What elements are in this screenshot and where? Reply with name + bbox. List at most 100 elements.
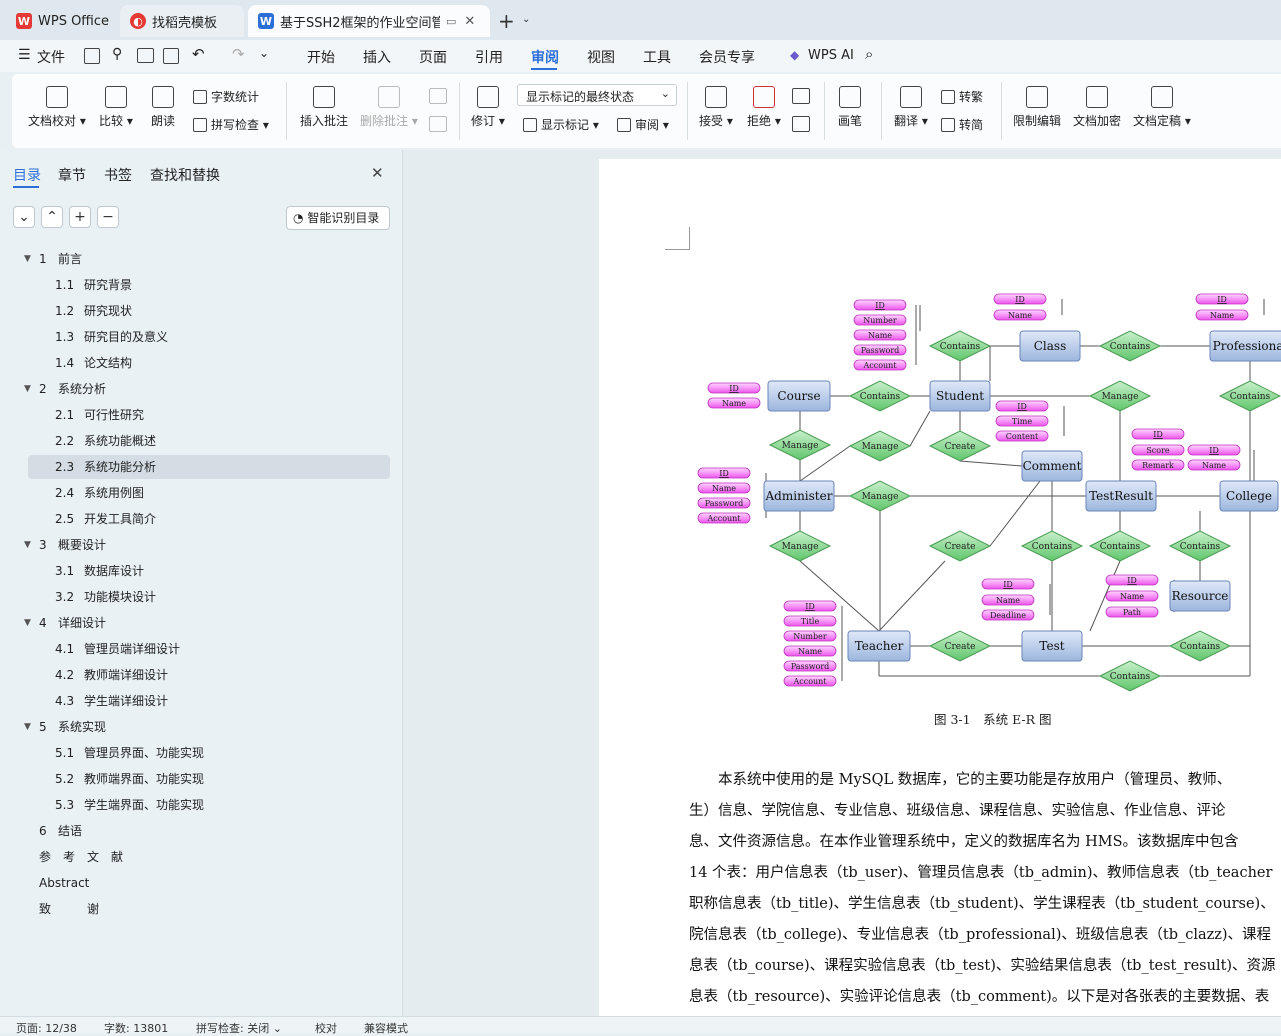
nav-tab-chapters[interactable]: 章节 [58,165,86,185]
compare-button[interactable]: 比较 ▾ [99,86,133,129]
toc-item[interactable]: Abstract [0,872,390,894]
delete-comment-button[interactable]: 删除批注 ▾ [360,86,418,129]
finalize-button[interactable]: 文档定稿 ▾ [1133,86,1191,129]
active-menu-indicator [531,68,557,70]
markup-state-select[interactable]: 显示标记的最终状态 ⌄ [517,84,677,106]
next-change-icon[interactable] [792,116,810,132]
toc-item[interactable]: 1.3 研究目的及意义 [0,326,390,348]
toc-item[interactable]: 2.1 可行性研究 [0,404,390,426]
toc-item[interactable]: ▼ 5 系统实现 [0,716,390,738]
tab-wps-office[interactable]: W WPS Office [6,5,114,37]
toc-item[interactable]: 2.2 系统功能概述 [0,430,390,452]
expand-arrow-icon[interactable]: ▼ [24,716,31,738]
menu-wps-ai[interactable]: WPS AI [808,48,854,63]
redo-icon[interactable]: ↷ [232,45,245,63]
to-simplified-button[interactable]: 转简 [941,116,983,133]
compare-icon [104,86,127,108]
review-pane-button[interactable]: 审阅 ▾ [617,116,669,133]
menu-tools[interactable]: 工具 [643,47,671,67]
new-tab-icon[interactable]: + [498,9,515,33]
expand-arrow-icon[interactable]: ▼ [24,534,31,556]
prev-comment-icon[interactable] [429,88,447,104]
spell-check-status[interactable]: 拼写检查: 关闭 ⌄ [196,1020,282,1036]
page-indicator[interactable]: 页面: 12/38 [16,1020,77,1036]
toc-item[interactable]: 5.3 学生端界面、功能实现 [0,794,390,816]
hamburger-icon[interactable]: ☰ [18,47,31,63]
next-comment-icon[interactable] [429,116,447,132]
undo-icon[interactable]: ↶ [192,45,205,63]
toc-item[interactable]: 2.3 系统功能分析 [0,456,390,478]
menu-file[interactable]: 文件 [37,47,65,67]
er-diagram: Class Professional Course Student Comment Adm… [697,293,1281,692]
tab-docer[interactable]: ◐ 找稻壳模板 [120,5,244,37]
pen-button[interactable]: 画笔 [838,86,862,129]
close-tab-icon[interactable]: ✕ [464,14,475,29]
read-aloud-button[interactable]: 朗读 [151,86,175,129]
remove-heading-button[interactable]: − [97,206,119,228]
nav-tab-bookmarks[interactable]: 书签 [104,165,132,185]
nav-tab-toc[interactable]: 目录 [13,165,41,185]
doc-check-button[interactable]: 文档校对 ▾ [28,86,86,129]
toc-item[interactable]: ▼ 1 前言 [0,248,390,270]
to-traditional-button[interactable]: 转繁 [941,88,983,105]
toc-item[interactable]: 4.1 管理员端详细设计 [0,638,390,660]
toc-item[interactable]: 致 谢 [0,898,390,920]
monitor-icon[interactable]: ▭ [446,15,456,28]
toc-item[interactable]: 参 考 文 献 [0,846,390,868]
toc-item[interactable]: ▼ 4 详细设计 [0,612,390,634]
toc-item[interactable]: 4.3 学生端详细设计 [0,690,390,712]
expand-arrow-icon[interactable]: ▼ [24,378,31,400]
search-icon[interactable]: ⌕ [865,45,873,63]
insert-comment-button[interactable]: 插入批注 [300,86,348,129]
word-count-button[interactable]: 字数统计 [193,88,259,105]
show-markup-button[interactable]: 显示标记 ▾ [523,116,599,133]
toc-title: 系统实现 [58,720,107,734]
toc-item[interactable]: 3.1 数据库设计 [0,560,390,582]
share-icon[interactable]: ⚲ [112,46,122,62]
menu-references[interactable]: 引用 [475,47,503,67]
toc-item[interactable]: 1.4 论文结构 [0,352,390,374]
toc-item[interactable]: 5.1 管理员界面、功能实现 [0,742,390,764]
toc-item[interactable]: 5.2 教师端界面、功能实现 [0,768,390,790]
toc-item[interactable]: 4.2 教师端详细设计 [0,664,390,686]
restrict-edit-button[interactable]: 限制编辑 [1013,86,1061,129]
menu-membership[interactable]: 会员专享 [699,47,755,67]
spell-check-button[interactable]: 拼写检查 ▾ [193,116,269,133]
menu-view[interactable]: 视图 [587,47,615,67]
expand-arrow-icon[interactable]: ▼ [24,612,31,634]
save-icon[interactable] [84,48,100,64]
menu-home[interactable]: 开始 [307,47,335,67]
close-pane-icon[interactable]: ✕ [371,164,384,182]
toc-item[interactable]: 3.2 功能模块设计 [0,586,390,608]
menu-review[interactable]: 审阅 [531,47,559,67]
toc-item[interactable]: 1.1 研究背景 [0,274,390,296]
toc-item[interactable]: 6 结语 [0,820,390,842]
toc-item[interactable]: ▼ 2 系统分析 [0,378,390,400]
svg-text:Name: Name [1008,311,1032,320]
print-icon[interactable] [137,48,154,63]
toc-item[interactable]: ▼ 3 概要设计 [0,534,390,556]
collapse-all-button[interactable]: ⌄ [13,206,35,228]
word-count-indicator[interactable]: 字数: 13801 [104,1020,168,1036]
print-preview-icon[interactable] [163,48,179,64]
encrypt-button[interactable]: 文档加密 [1073,86,1121,129]
customize-chevron-icon[interactable]: ⌄ [259,46,269,60]
revise-button[interactable]: 修订 ▾ [471,86,505,129]
toc-item[interactable]: 2.4 系统用例图 [0,482,390,504]
add-heading-button[interactable]: + [69,206,91,228]
accept-button[interactable]: 接受 ▾ [699,86,733,129]
chevron-down-icon[interactable]: ⌄ [522,14,530,25]
menu-insert[interactable]: 插入 [363,47,391,67]
toc-item[interactable]: 2.5 开发工具简介 [0,508,390,530]
smart-toc-button[interactable]: ◔ 智能识别目录 [286,206,390,230]
tab-document[interactable]: W 基于SSH2框架的作业空间管理 ▭ ✕ [248,5,490,37]
reject-button[interactable]: 拒绝 ▾ [747,86,781,129]
menu-page[interactable]: 页面 [419,47,447,67]
prev-change-icon[interactable] [792,88,810,104]
toc-item[interactable]: 1.2 研究现状 [0,300,390,322]
expand-arrow-icon[interactable]: ▼ [24,248,31,270]
translate-button[interactable]: 翻译 ▾ [894,86,928,129]
nav-tab-find-replace[interactable]: 查找和替换 [150,165,220,185]
expand-up-button[interactable]: ⌃ [41,206,63,228]
proof-status[interactable]: 校对 [315,1020,337,1036]
